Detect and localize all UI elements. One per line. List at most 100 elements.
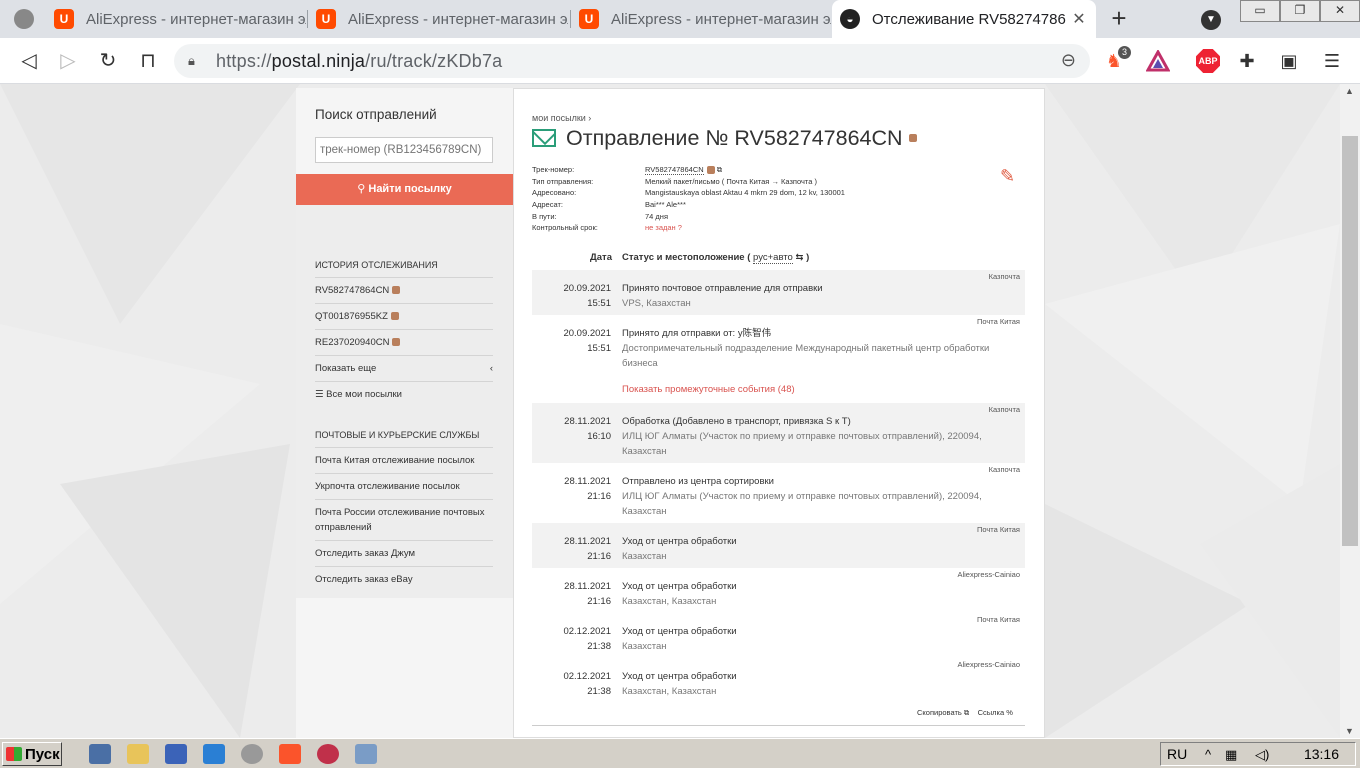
extensions-puzzle-icon[interactable]: ✚ <box>1234 48 1260 74</box>
reload-icon[interactable]: ↻ <box>95 48 121 74</box>
tab-search-menu-icon[interactable]: ▼ <box>1201 10 1221 30</box>
event-date: 28.11.2021 <box>564 536 611 547</box>
scroll-thumb[interactable] <box>1342 136 1358 546</box>
volume-icon[interactable]: ◁) <box>1255 747 1269 763</box>
event-time: 15:51 <box>587 343 611 354</box>
disc-icon[interactable] <box>241 744 263 764</box>
event-body: Уход от центра обработки Казахстан <box>622 624 1022 654</box>
col-status: Статус и местоположение ( рус+авто ⇆ ) <box>622 252 810 264</box>
tab-aliexpress-1[interactable]: U AliExpress - интернет-магазин эле <box>48 0 306 38</box>
app-launcher-icon[interactable] <box>203 744 225 764</box>
language-mode-toggle[interactable]: рус+авто <box>753 252 793 264</box>
language-indicator[interactable]: RU <box>1167 746 1187 762</box>
deadline-value: не задан <box>645 223 676 233</box>
info-value: RV582747864CN ⧉ <box>645 164 992 176</box>
lock-icon: 🔒︎ <box>188 53 195 68</box>
event-time: 15:51 <box>587 298 611 309</box>
tab-search-icon[interactable] <box>14 9 34 29</box>
service-link[interactable]: Почта России отслеживание почтовых отпра… <box>315 499 493 540</box>
event-location: Достопримечательный подразделение Междун… <box>622 343 990 369</box>
back-icon[interactable]: ◁ <box>16 48 42 74</box>
history-item[interactable]: RV582747864CN <box>315 277 493 303</box>
all-parcels-link[interactable]: ☰ Все мои посылки <box>315 381 493 407</box>
copy-link[interactable]: Скопировать ⧉ <box>917 708 969 717</box>
help-icon[interactable]: ? <box>678 223 682 232</box>
breadcrumb[interactable]: мои посылки › <box>532 113 591 123</box>
start-button[interactable]: Пуск <box>2 742 62 766</box>
forward-icon[interactable]: ▷ <box>55 48 81 74</box>
file-manager-icon[interactable] <box>127 744 149 764</box>
address-bar[interactable]: 🔒︎ https://postal.ninja/ru/track/zKDb7a … <box>174 44 1090 78</box>
tracking-panel: мои посылки › Отправление № RV582747864C… <box>513 88 1045 738</box>
event-time: 21:16 <box>587 596 611 607</box>
track-number-input[interactable] <box>315 137 493 163</box>
info-value: Мелкий пакет/письмо ( Почта Китая → Казп… <box>645 176 818 186</box>
scroll-up-icon[interactable]: ▲ <box>1345 86 1354 96</box>
zoom-icon[interactable]: ⊖ <box>1061 50 1076 71</box>
start-label: Пуск <box>25 745 60 763</box>
url-text[interactable]: https://postal.ninja/ru/track/zKDb7a <box>216 51 502 72</box>
link-icon: % <box>1006 708 1013 717</box>
minimize-icon[interactable]: ▭ <box>1240 0 1280 22</box>
menu-icon[interactable]: ☰ <box>1319 48 1345 74</box>
tray-arrow-icon[interactable]: ^ <box>1205 747 1211 762</box>
tab-tracking[interactable]: ◒ Отслеживание RV582747864C ✕ <box>832 0 1096 38</box>
show-intermediate-events-link[interactable]: Показать промежуточные события (48) <box>622 382 1022 397</box>
find-parcel-button[interactable]: ⚲ Найти посылку <box>296 174 513 205</box>
tab-aliexpress-3[interactable]: U AliExpress - интернет-магазин эле <box>573 0 831 38</box>
link-label: Ссылка <box>977 708 1005 717</box>
info-value: 74 дня <box>645 211 669 221</box>
service-link[interactable]: Почта Китая отслеживание посылок <box>315 447 493 473</box>
page-title-row: Отправление № RV582747864CN <box>532 124 917 152</box>
adblock-plus-icon[interactable]: ABP <box>1195 48 1221 74</box>
event-row: Почта Китая 02.12.2021 21:38 Уход от цент… <box>532 613 1025 658</box>
edit-pencil-icon[interactable]: ✎ <box>1000 166 1015 187</box>
restore-icon[interactable]: ❐ <box>1280 0 1320 22</box>
event-body: Уход от центра обработки Казахстан <box>622 534 1022 564</box>
network-icon[interactable] <box>165 744 187 764</box>
abp-label: ABP <box>1196 49 1220 73</box>
event-body: Принято для отправки от: y陈智伟 Достопримеч… <box>622 326 1022 397</box>
event-date: 28.11.2021 <box>564 476 611 487</box>
copy-icon[interactable]: ⧉ <box>717 165 722 174</box>
brave-shields-icon[interactable]: ♞ 3 <box>1101 46 1131 74</box>
copy-icon: ⧉ <box>963 708 970 717</box>
system-tray: RU ^ ▦ ◁) 13:16 <box>1160 742 1356 766</box>
show-desktop-icon[interactable] <box>89 744 111 764</box>
bookmark-icon[interactable]: ⊓ <box>135 48 161 74</box>
clock[interactable]: 13:16 <box>1304 746 1339 762</box>
close-tab-icon[interactable]: ✕ <box>1070 9 1088 29</box>
wallet-icon[interactable]: ▣ <box>1276 48 1302 74</box>
p-app-taskbar-icon[interactable] <box>317 744 339 764</box>
event-date: 02.12.2021 <box>563 626 611 637</box>
tab-title: Отслеживание RV582747864C <box>872 10 1066 28</box>
translate-icon[interactable]: ⇆ <box>795 252 803 263</box>
brave-taskbar-icon[interactable] <box>279 744 301 764</box>
event-row: Казпочта 28.11.2021 21:16 Отправлено из ц… <box>532 463 1025 523</box>
new-tab-icon[interactable]: + <box>1106 5 1132 33</box>
permalink-link[interactable]: Ссылка % <box>978 708 1013 717</box>
history-list: RV582747864CN QT001876955KZ RE237020940C… <box>315 277 493 407</box>
breadcrumb-link[interactable]: мои посылки <box>532 113 586 123</box>
tab-aliexpress-2[interactable]: U AliExpress - интернет-магазин эле <box>310 0 568 38</box>
track-number-link[interactable]: RV582747864CN <box>645 165 704 175</box>
service-link[interactable]: Отследить заказ Джум <box>315 540 493 566</box>
history-item[interactable]: RE237020940CN <box>315 329 493 355</box>
event-status: Уход от центра обработки <box>622 671 737 682</box>
tool-taskbar-icon[interactable] <box>355 744 377 764</box>
event-datetime: 20.09.2021 15:51 <box>532 326 611 356</box>
aliexpress-icon: U <box>316 9 336 29</box>
history-heading: ИСТОРИЯ ОТСЛЕЖИВАНИЯ <box>315 260 438 270</box>
parcel-info: Трек-номер: RV582747864CN ⧉ Тип отправлен… <box>532 164 992 234</box>
service-link[interactable]: Укрпочта отслеживание посылок <box>315 473 493 499</box>
service-link[interactable]: Отследить заказ eBay <box>315 566 493 592</box>
tab-separator <box>307 10 308 28</box>
ninja-face-icon <box>390 312 399 321</box>
brave-rewards-icon[interactable] <box>1145 48 1171 74</box>
history-item[interactable]: QT001876955KZ <box>315 303 493 329</box>
network-tray-icon[interactable]: ▦ <box>1225 747 1237 763</box>
page-scrollbar[interactable]: ▲ ▼ <box>1340 84 1360 738</box>
close-window-icon[interactable]: ✕ <box>1320 0 1360 22</box>
show-more-link[interactable]: Показать еще ‹ <box>315 355 493 381</box>
scroll-down-icon[interactable]: ▼ <box>1345 726 1354 736</box>
